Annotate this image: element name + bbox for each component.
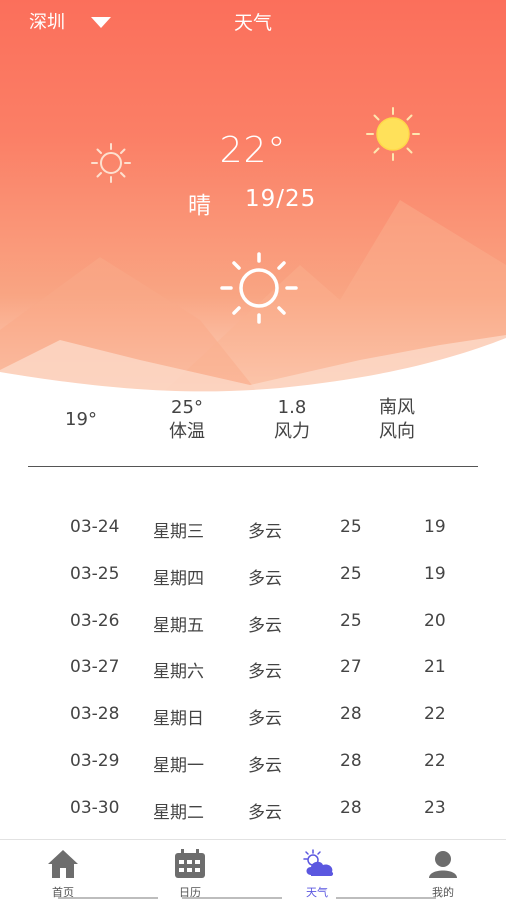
forecast-high: 25 bbox=[340, 517, 362, 537]
sunny-weather-icon bbox=[220, 252, 298, 324]
page-title: 天气 bbox=[233, 12, 272, 34]
tab-weather[interactable]: 天气 bbox=[267, 840, 367, 900]
forecast-weekday: 星期四 bbox=[153, 568, 204, 589]
forecast-row[interactable]: 03-25 星期四 多云 25 19 bbox=[0, 552, 506, 599]
forecast-weekday: 星期六 bbox=[153, 662, 204, 683]
forecast-high: 25 bbox=[340, 610, 362, 631]
mountain-scene bbox=[0, 200, 506, 455]
weather-icon bbox=[303, 849, 334, 876]
tab-underline bbox=[182, 897, 282, 899]
bottom-tab-bar: 首页 日历 天气 我的 bbox=[0, 839, 506, 900]
forecast-list: 03-24 星期三 多云 25 19 03-25 星期四 多云 25 19 03… bbox=[0, 505, 506, 833]
stat-body-temp: 25° 体温 bbox=[142, 396, 232, 444]
stat-label: 体温 bbox=[169, 421, 205, 442]
forecast-row[interactable]: 03-26 星期五 多云 25 20 bbox=[0, 599, 506, 646]
forecast-row[interactable]: 03-27 星期六 多云 27 21 bbox=[0, 645, 506, 692]
forecast-weekday: 星期一 bbox=[153, 755, 204, 776]
forecast-high: 28 bbox=[340, 797, 362, 818]
forecast-condition: 多云 bbox=[248, 802, 282, 823]
weather-hero bbox=[0, 0, 506, 455]
divider bbox=[28, 466, 478, 467]
stat-wind-force: 1.8 风力 bbox=[247, 396, 337, 444]
home-icon bbox=[48, 850, 78, 878]
forecast-low: 22 bbox=[424, 704, 446, 725]
forecast-date: 03-30 bbox=[70, 797, 120, 818]
forecast-weekday: 星期三 bbox=[153, 522, 204, 542]
stat-wind-direction: 南风 风向 bbox=[352, 396, 442, 444]
stat-label: 风力 bbox=[274, 421, 310, 442]
forecast-weekday: 星期日 bbox=[153, 709, 204, 730]
current-condition: 晴 bbox=[188, 193, 211, 219]
stat-min-temp: 19° bbox=[36, 408, 126, 432]
forecast-date: 03-28 bbox=[70, 704, 120, 725]
tab-home[interactable]: 首页 bbox=[13, 840, 113, 900]
forecast-high: 28 bbox=[340, 750, 362, 771]
stat-value: 25° bbox=[171, 397, 203, 418]
tab-profile[interactable]: 我的 bbox=[393, 840, 493, 900]
stat-label: 风向 bbox=[379, 421, 415, 442]
tab-underline bbox=[58, 897, 158, 899]
forecast-low: 19 bbox=[424, 563, 446, 584]
forecast-condition: 多云 bbox=[248, 522, 282, 542]
forecast-date: 03-27 bbox=[70, 657, 120, 678]
forecast-row[interactable]: 03-30 星期二 多云 28 23 bbox=[0, 786, 506, 833]
forecast-condition: 多云 bbox=[248, 709, 282, 730]
forecast-condition: 多云 bbox=[248, 615, 282, 636]
forecast-date: 03-25 bbox=[70, 563, 120, 584]
profile-icon bbox=[429, 851, 457, 878]
forecast-row[interactable]: 03-28 星期日 多云 28 22 bbox=[0, 692, 506, 739]
forecast-condition: 多云 bbox=[248, 568, 282, 589]
forecast-row[interactable]: 03-24 星期三 多云 25 19 bbox=[0, 505, 506, 552]
forecast-date: 03-24 bbox=[70, 517, 120, 537]
forecast-high: 25 bbox=[340, 563, 362, 584]
forecast-low: 19 bbox=[424, 517, 446, 537]
weather-stats: 19° 25° 体温 1.8 风力 南风 风向 bbox=[0, 396, 506, 446]
calendar-icon bbox=[175, 849, 205, 878]
forecast-low: 22 bbox=[424, 750, 446, 771]
temperature-range: 19/25 bbox=[245, 186, 317, 212]
stat-value: 19° bbox=[65, 409, 97, 430]
stat-value: 1.8 bbox=[277, 397, 307, 418]
forecast-low: 23 bbox=[424, 797, 446, 818]
top-bar: 深圳 天气 bbox=[0, 0, 506, 42]
forecast-condition: 多云 bbox=[248, 662, 282, 683]
forecast-row[interactable]: 03-29 星期一 多云 28 22 bbox=[0, 739, 506, 786]
tab-calendar[interactable]: 日历 bbox=[140, 840, 240, 900]
tab-underline bbox=[336, 897, 436, 899]
forecast-date: 03-29 bbox=[70, 750, 120, 771]
forecast-high: 27 bbox=[340, 657, 362, 678]
forecast-weekday: 星期二 bbox=[153, 802, 204, 823]
forecast-low: 20 bbox=[424, 610, 446, 631]
stat-value: 南风 bbox=[379, 397, 415, 418]
forecast-weekday: 星期五 bbox=[153, 615, 204, 636]
forecast-low: 21 bbox=[424, 657, 446, 678]
forecast-condition: 多云 bbox=[248, 755, 282, 776]
forecast-date: 03-26 bbox=[70, 610, 120, 631]
forecast-high: 28 bbox=[340, 704, 362, 725]
current-temperature: 22° bbox=[219, 130, 287, 171]
